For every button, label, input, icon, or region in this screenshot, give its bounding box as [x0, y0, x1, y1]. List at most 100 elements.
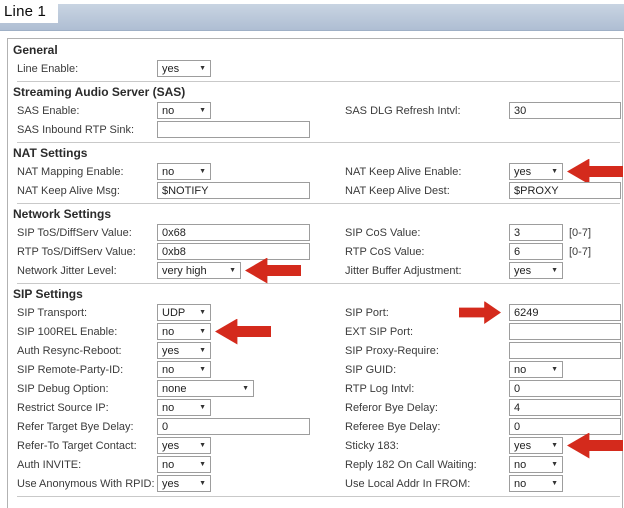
- refer-target-bye-delay-input[interactable]: [157, 418, 310, 435]
- sas-enable-select[interactable]: no ▼: [157, 102, 211, 119]
- control-wrap: [509, 380, 621, 397]
- use-anonymous-with-rpid-select[interactable]: yes ▼: [157, 475, 211, 492]
- form-row: SAS Enable: no ▼ SAS DLG Refresh Intvl:: [12, 101, 622, 120]
- selected-value: no: [162, 104, 175, 117]
- rtp-tos-diffserv-value-input[interactable]: [157, 243, 310, 260]
- sip-tos-diffserv-value-input[interactable]: [157, 224, 310, 241]
- restrict-source-ip-select[interactable]: no ▼: [157, 399, 211, 416]
- auth-resync-reboot-select[interactable]: yes ▼: [157, 342, 211, 359]
- chevron-down-icon: ▼: [199, 461, 206, 468]
- control-wrap: [509, 399, 621, 416]
- jitter-buffer-adjustment-select[interactable]: yes ▼: [509, 262, 563, 279]
- form-cell: Use Local Addr In FROM: no ▼: [345, 474, 622, 493]
- selected-value: yes: [162, 477, 180, 490]
- form-cell: Referee Bye Delay:: [345, 417, 622, 436]
- sip-proxy-require-input[interactable]: [509, 342, 621, 359]
- sip-cos-value-input[interactable]: [509, 224, 563, 241]
- reply-182-on-call-waiting-select[interactable]: no ▼: [509, 456, 563, 473]
- chevron-down-icon: ▼: [199, 347, 206, 354]
- selected-value: no: [162, 363, 175, 376]
- form-row: SIP Transport: UDP ▼ SIP Port:: [12, 301, 622, 324]
- chevron-down-icon: ▼: [199, 309, 206, 316]
- use-anonymous-with-rpid-label: Use Anonymous With RPID:: [17, 477, 155, 490]
- ext-sip-port-input[interactable]: [509, 323, 621, 340]
- form-cell: SIP CoS Value: [0-7]: [345, 223, 622, 242]
- form-cell: Auth Resync-Reboot: yes ▼: [17, 341, 345, 360]
- auth-resync-reboot-label: Auth Resync-Reboot:: [17, 344, 122, 357]
- form-cell: SAS DLG Refresh Intvl:: [345, 101, 622, 120]
- sip-transport-select[interactable]: UDP ▼: [157, 304, 211, 321]
- form-cell: Use Anonymous With RPID: yes ▼: [17, 474, 345, 493]
- section-heading-network-settings: Network Settings: [13, 207, 112, 221]
- sip-remote-party-id-label: SIP Remote-Party-ID:: [17, 363, 124, 376]
- selected-value: yes: [162, 439, 180, 452]
- sip-debug-option-select[interactable]: none ▼: [157, 380, 254, 397]
- control-wrap: UDP ▼: [157, 304, 211, 321]
- form-row: SIP ToS/DiffServ Value: SIP CoS Value: [0-…: [12, 223, 622, 242]
- control-wrap: [509, 243, 563, 260]
- form-row: SIP Debug Option: none ▼ RTP Log Intvl:: [12, 379, 622, 398]
- sip-port-input[interactable]: [509, 304, 621, 321]
- selected-value: UDP: [162, 306, 186, 319]
- network-jitter-level-select[interactable]: very high ▼: [157, 262, 241, 279]
- sip-guid-label: SIP GUID:: [345, 363, 397, 376]
- control-wrap: [509, 224, 563, 241]
- control-wrap: none ▼: [157, 380, 254, 397]
- sip-100rel-enable-select[interactable]: no ▼: [157, 323, 211, 340]
- sip-proxy-require-label: SIP Proxy-Require:: [345, 344, 439, 357]
- auth-invite-select[interactable]: no ▼: [157, 456, 211, 473]
- range-hint: [0-7]: [569, 226, 592, 239]
- sip-guid-select[interactable]: no ▼: [509, 361, 563, 378]
- rtp-log-intvl-input[interactable]: [509, 380, 621, 397]
- rtp-cos-value-input[interactable]: [509, 243, 563, 260]
- form-cell: EXT SIP Port:: [345, 322, 622, 341]
- sas-inbound-rtp-sink-label: SAS Inbound RTP Sink:: [17, 123, 134, 136]
- range-hint: [0-7]: [569, 245, 592, 258]
- tab-line-1[interactable]: Line 1: [0, 0, 58, 23]
- form-sections: General Line Enable: yes ▼ Streaming Audio S…: [12, 43, 623, 497]
- form-cell: SIP ToS/DiffServ Value:: [17, 223, 345, 242]
- section-heading-general: General: [13, 43, 58, 57]
- form-cell: SIP Port:: [345, 301, 622, 324]
- referor-bye-delay-label: Referor Bye Delay:: [345, 401, 438, 414]
- referee-bye-delay-input[interactable]: [509, 418, 621, 435]
- control-wrap: [509, 182, 621, 199]
- form-cell: Restrict Source IP: no ▼: [17, 398, 345, 417]
- form-row: Auth INVITE: no ▼ Reply 182 On Call Waiting…: [12, 455, 622, 474]
- control-wrap: no ▼: [509, 361, 563, 378]
- control-wrap: yes ▼: [157, 342, 211, 359]
- selected-value: yes: [514, 439, 532, 452]
- form-cell: SIP Remote-Party-ID: no ▼: [17, 360, 345, 379]
- nat-keep-alive-dest-input[interactable]: [509, 182, 621, 199]
- form-row: NAT Keep Alive Msg: NAT Keep Alive Dest:: [12, 181, 622, 200]
- nat-mapping-enable-select[interactable]: no ▼: [157, 163, 211, 180]
- control-wrap: [157, 243, 310, 260]
- line-enable-select[interactable]: yes ▼: [157, 60, 211, 77]
- form-row: SAS Inbound RTP Sink:: [12, 120, 622, 139]
- nat-keep-alive-enable-select[interactable]: yes ▼: [509, 163, 563, 180]
- sas-dlg-refresh-intvl-input[interactable]: [509, 102, 621, 119]
- sas-inbound-rtp-sink-input[interactable]: [157, 121, 310, 138]
- control-wrap: very high ▼: [157, 257, 301, 284]
- sip-debug-option-label: SIP Debug Option:: [17, 382, 109, 395]
- control-wrap: [459, 301, 621, 324]
- control-wrap: [157, 224, 310, 241]
- referor-bye-delay-input[interactable]: [509, 399, 621, 416]
- refer-to-target-contact-select[interactable]: yes ▼: [157, 437, 211, 454]
- use-local-addr-in-from-select[interactable]: no ▼: [509, 475, 563, 492]
- section-divider: [17, 496, 620, 497]
- form-cell: Referor Bye Delay:: [345, 398, 622, 417]
- selected-value: no: [514, 363, 527, 376]
- form-row: Restrict Source IP: no ▼ Referor Bye Delay:: [12, 398, 622, 417]
- nat-keep-alive-msg-input[interactable]: [157, 182, 310, 199]
- control-wrap: [509, 418, 621, 435]
- form-row: Line Enable: yes ▼: [12, 59, 622, 78]
- nat-mapping-enable-label: NAT Mapping Enable:: [17, 165, 124, 178]
- sticky-183-select[interactable]: yes ▼: [509, 437, 563, 454]
- section-heading-streaming-audio-server-sas: Streaming Audio Server (SAS): [13, 85, 186, 99]
- sip-remote-party-id-select[interactable]: no ▼: [157, 361, 211, 378]
- form-cell: Network Jitter Level: very high ▼: [17, 257, 345, 284]
- nat-keep-alive-dest-label: NAT Keep Alive Dest:: [345, 184, 450, 197]
- control-wrap: yes ▼: [157, 475, 211, 492]
- chevron-down-icon: ▼: [199, 480, 206, 487]
